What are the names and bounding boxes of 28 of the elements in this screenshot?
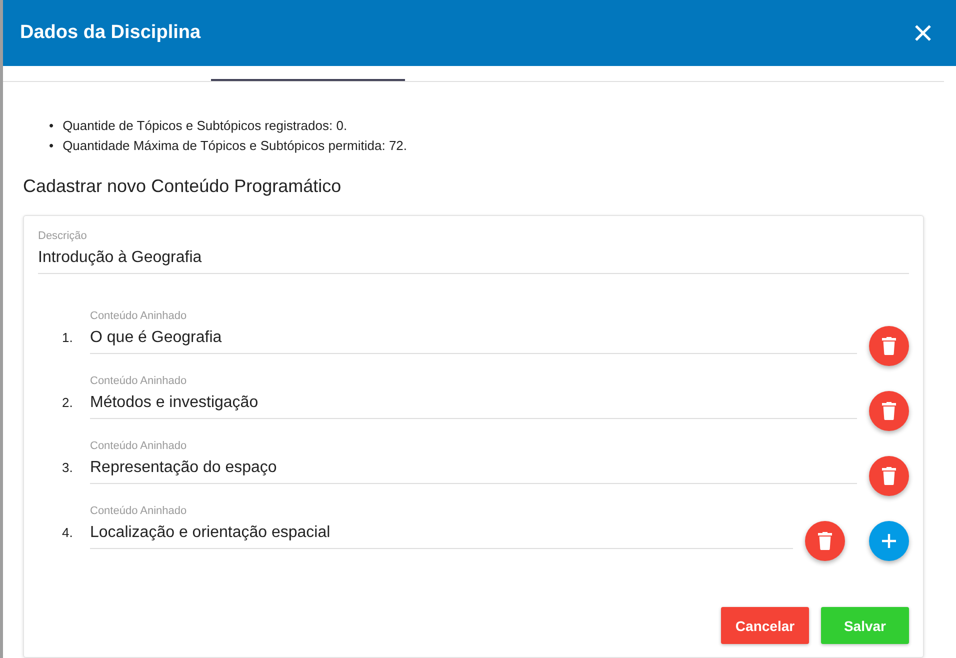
trash-icon	[882, 337, 896, 355]
delete-button[interactable]	[869, 326, 909, 366]
add-button[interactable]	[869, 521, 909, 561]
info-item: Quantide de Tópicos e Subtópicos registrados: 0.	[62, 117, 348, 135]
bullet: •	[49, 137, 54, 155]
close-icon	[914, 24, 932, 42]
section-title: Cadastrar novo Conteúdo Programático	[23, 176, 342, 197]
trash-icon	[818, 532, 832, 550]
content-field[interactable]: Conteúdo Aninhado Localização e orientação espacial	[90, 505, 793, 549]
item-number: 1.	[62, 330, 74, 345]
trash-icon	[882, 467, 896, 485]
delete-button[interactable]	[805, 521, 845, 561]
info-item: Quantidade Máxima de Tópicos e Subtópicos permitida: 72.	[62, 137, 408, 155]
item-number: 4.	[62, 525, 74, 540]
trash-icon	[882, 402, 896, 420]
bullet: •	[49, 117, 54, 135]
description-field[interactable]: Descrição Introdução à Geografia	[38, 230, 909, 274]
content-field[interactable]: Conteúdo Aninhado Representação do espaço	[90, 440, 857, 484]
content-field[interactable]: Conteúdo Aninhado Métodos e investigação	[90, 375, 857, 419]
plus-icon	[881, 533, 897, 549]
content-field[interactable]: Conteúdo Aninhado O que é Geografia	[90, 310, 857, 354]
delete-button[interactable]	[869, 391, 909, 431]
item-number: 3.	[62, 460, 74, 475]
dialog-title: Dados da Disciplina	[20, 22, 201, 44]
cancel-button[interactable]: Cancelar	[721, 607, 809, 644]
item-number: 2.	[62, 395, 74, 410]
close-button[interactable]	[914, 24, 932, 42]
delete-button[interactable]	[869, 456, 909, 496]
